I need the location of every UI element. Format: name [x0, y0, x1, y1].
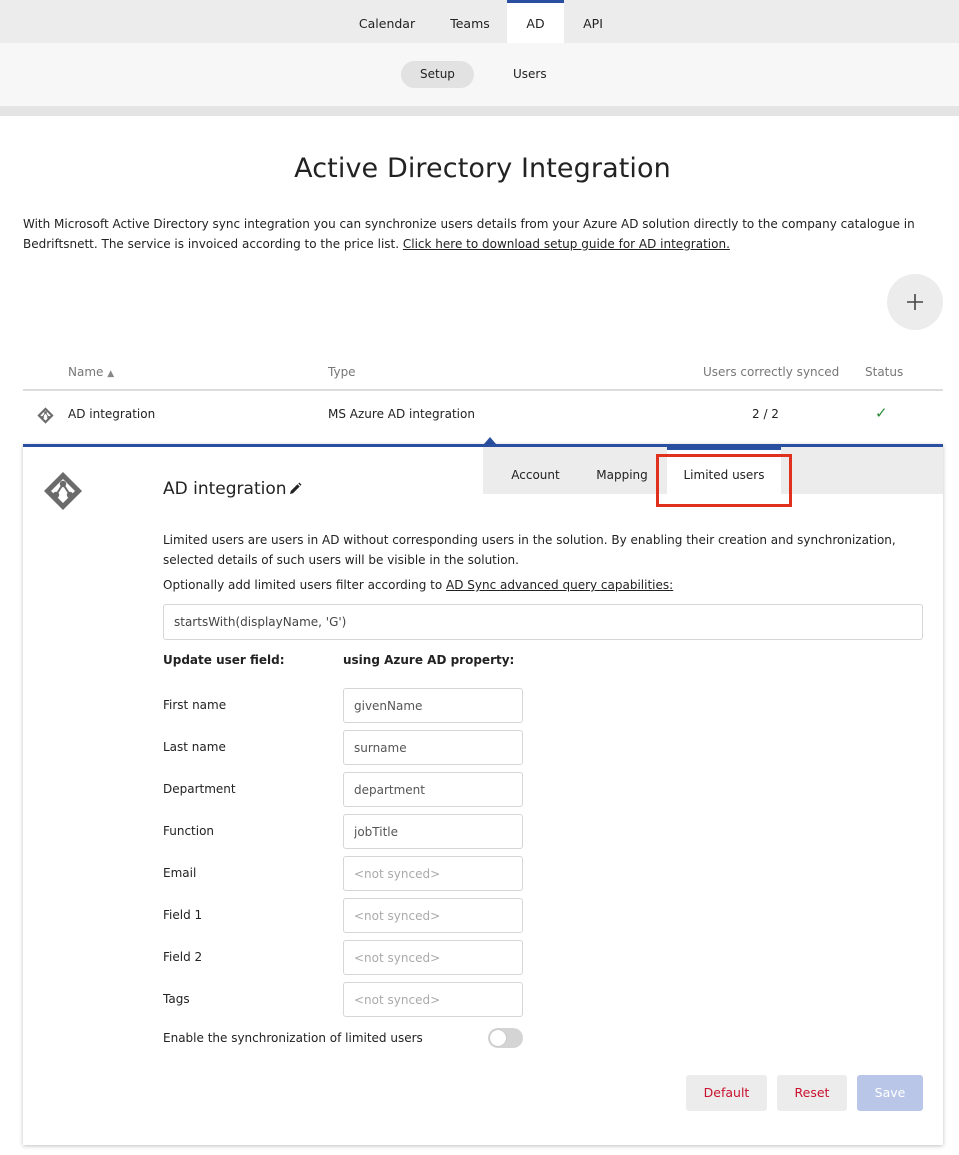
row-synced: 2 / 2 — [752, 407, 779, 421]
ad-icon — [37, 407, 54, 424]
filter-hint-text: Optionally add limited users filter acco… — [163, 578, 447, 592]
toggle-knob — [490, 1030, 506, 1046]
table-row[interactable]: AD integration MS Azure AD integration 2… — [23, 393, 943, 437]
ad-icon — [44, 472, 82, 510]
field-label-last-name: Last name — [163, 740, 226, 754]
tab-calendar[interactable]: Calendar — [347, 0, 427, 43]
subtab-users[interactable]: Users — [494, 61, 566, 88]
tags-input[interactable] — [343, 982, 523, 1017]
highlight-box — [656, 454, 792, 507]
col-type-header[interactable]: Type — [328, 365, 356, 379]
save-button[interactable]: Save — [857, 1075, 923, 1111]
row-type: MS Azure AD integration — [328, 407, 475, 421]
field-1-input[interactable] — [343, 898, 523, 933]
status-check-icon: ✓ — [875, 404, 888, 422]
field-label-email: Email — [163, 866, 197, 880]
setup-guide-link[interactable]: Click here to download setup guide for A… — [403, 237, 730, 251]
col-name-header[interactable]: Name ▲ — [68, 365, 114, 379]
row-name: AD integration — [68, 407, 156, 421]
default-button[interactable]: Default — [686, 1075, 767, 1111]
field-label-department: Department — [163, 782, 236, 796]
query-capabilities-link[interactable]: AD Sync advanced query capabilities: — [446, 578, 673, 592]
enable-sync-label: Enable the synchronization of limited us… — [163, 1031, 423, 1045]
tab-ad[interactable]: AD — [507, 0, 564, 43]
expand-caret — [484, 437, 496, 444]
tab-account[interactable]: Account — [503, 447, 568, 494]
limited-users-description: Limited users are users in AD without co… — [163, 533, 896, 567]
first-name-input[interactable] — [343, 688, 523, 723]
plus-icon — [907, 294, 923, 310]
department-input[interactable] — [343, 772, 523, 807]
tab-api[interactable]: API — [568, 0, 618, 43]
divider-bar — [0, 107, 959, 116]
property-column-header: using Azure AD property: — [343, 653, 515, 667]
add-integration-button[interactable] — [887, 274, 943, 330]
field-label-tags: Tags — [163, 992, 190, 1006]
tab-mapping[interactable]: Mapping — [591, 447, 653, 494]
sort-asc-icon: ▲ — [107, 369, 115, 379]
field-column-header: Update user field: — [163, 653, 285, 667]
last-name-input[interactable] — [343, 730, 523, 765]
pencil-icon[interactable] — [288, 482, 302, 496]
intro-text: With Microsoft Active Directory sync int… — [23, 214, 943, 254]
field-label-function: Function — [163, 824, 215, 838]
function-input[interactable] — [343, 814, 523, 849]
subtab-setup[interactable]: Setup — [401, 61, 474, 88]
sub-nav: Setup Users — [0, 43, 959, 107]
col-status-header[interactable]: Status — [865, 365, 903, 379]
field-label-first-name: First name — [163, 698, 227, 712]
integration-panel: AD integration Account Mapping Limited u… — [23, 444, 943, 1145]
field-label-field-2: Field 2 — [163, 950, 203, 964]
filter-hint: Optionally add limited users filter acco… — [163, 578, 673, 592]
panel-title: AD integration — [163, 479, 287, 499]
table-header: Name ▲ Type Users correctly synced Statu… — [23, 362, 943, 391]
field-2-input[interactable] — [343, 940, 523, 975]
top-nav: Calendar Teams AD API — [0, 0, 959, 43]
tab-teams[interactable]: Teams — [436, 0, 504, 43]
email-input[interactable] — [343, 856, 523, 891]
page-title: Active Directory Integration — [294, 153, 671, 184]
enable-sync-toggle[interactable] — [488, 1028, 523, 1048]
col-synced-header[interactable]: Users correctly synced — [703, 365, 839, 379]
field-label-field-1: Field 1 — [163, 908, 203, 922]
filter-input[interactable] — [163, 604, 923, 640]
reset-button[interactable]: Reset — [777, 1075, 847, 1111]
